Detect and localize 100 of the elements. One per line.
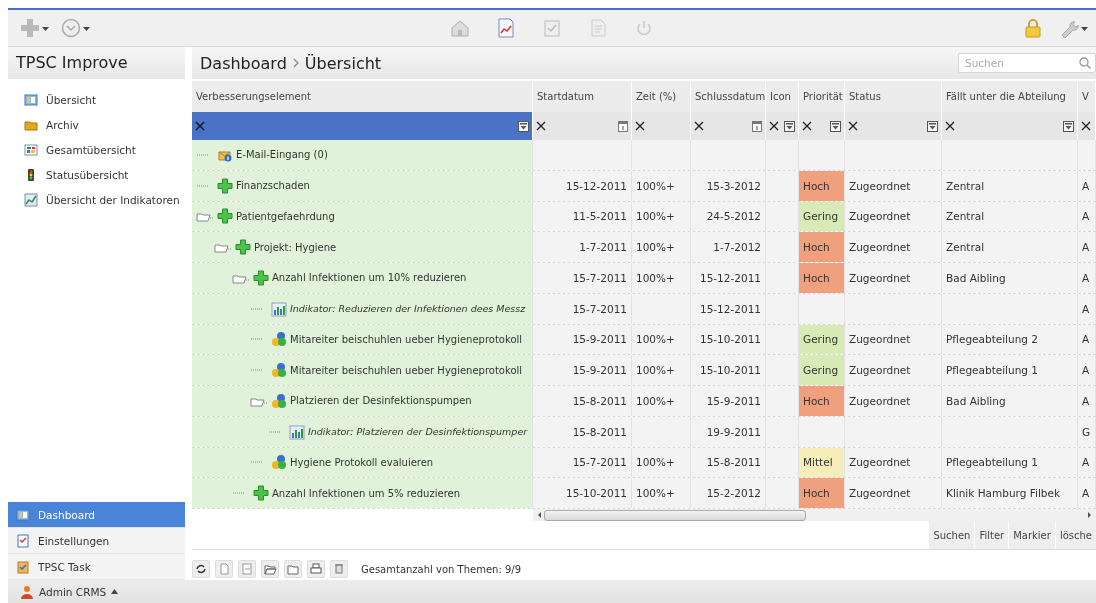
calendar-icon[interactable] — [618, 120, 628, 132]
scroll-left-icon[interactable] — [537, 511, 542, 519]
search-icon[interactable] — [1079, 57, 1091, 69]
user-icon — [20, 584, 34, 599]
column-header[interactable]: Fällt unter die Abteilung — [942, 81, 1078, 112]
column-header[interactable]: Status — [845, 81, 942, 112]
chart-icon[interactable] — [496, 18, 516, 38]
clear-icon[interactable] — [1081, 121, 1091, 131]
user-menu[interactable]: Admin CRMS — [20, 584, 119, 599]
tree-cell[interactable]: E-Mail-Eingang (0) — [192, 140, 533, 170]
caret-icon — [83, 24, 90, 32]
grid-button[interactable]: lösche — [1054, 521, 1096, 549]
dropdown-icon[interactable] — [784, 120, 795, 132]
printer-icon[interactable] — [309, 562, 323, 576]
grid-button[interactable]: Suchen — [928, 521, 975, 549]
sidebar-item[interactable]: Gesamtübersicht — [46, 143, 136, 156]
search-field[interactable]: Suchen — [958, 53, 1096, 73]
filter-cell[interactable] — [845, 112, 942, 140]
clear-icon[interactable] — [769, 121, 779, 131]
clear-icon[interactable] — [694, 121, 704, 131]
breadcrumb-item[interactable]: Dashboard — [200, 53, 287, 73]
filter-cell[interactable] — [632, 112, 691, 140]
filter-cell[interactable] — [942, 112, 1078, 140]
table-cell: 100%+ — [632, 386, 691, 416]
horizontal-scrollbar[interactable] — [533, 509, 1096, 521]
tree-cell[interactable]: Indikator: Platzieren der Desinfektionspumper — [192, 416, 533, 447]
column-header[interactable]: Zeit (%) — [632, 81, 691, 112]
trash-icon[interactable] — [332, 562, 346, 576]
filter-cell[interactable] — [799, 112, 845, 140]
scroll-thumb[interactable] — [544, 509, 806, 521]
filter-cell[interactable] — [766, 112, 799, 140]
scroll-right-icon[interactable] — [1087, 511, 1092, 519]
clear-icon[interactable] — [635, 121, 645, 131]
tree-cell[interactable]: Finanzschaden — [192, 170, 533, 201]
tree-cell[interactable]: Mitareiter beischuhlen ueber Hygieneprotokoll — [192, 355, 533, 385]
grid-button[interactable]: Filter — [974, 521, 1009, 549]
filter-cell[interactable] — [691, 112, 766, 140]
caret-icon — [42, 24, 49, 32]
table-cell: 11-5-2011 — [533, 201, 632, 232]
table-cell: 15-12-2011 — [691, 263, 766, 293]
priority-label: Hoch — [799, 386, 844, 416]
dropdown-icon[interactable] — [1063, 120, 1074, 132]
toolbar-button[interactable] — [1059, 18, 1088, 38]
filter-cell[interactable] — [1078, 112, 1096, 140]
clear-icon[interactable] — [536, 121, 546, 131]
folder-icon[interactable] — [214, 241, 232, 254]
chevron-icon — [292, 58, 299, 68]
clipboard-icon[interactable] — [542, 18, 562, 38]
tree-cell[interactable]: Hygiene Protokoll evaluieren — [192, 447, 533, 478]
tree-cell[interactable]: Projekt: Hygiene — [192, 232, 533, 262]
tree-cell[interactable]: Platzieren der Desinfektionspumpen — [192, 386, 533, 416]
bar-chart-icon — [271, 300, 287, 317]
nav-item[interactable]: TPSC Task — [8, 554, 185, 580]
column-header[interactable]: Priorität — [799, 81, 845, 112]
tree-cell[interactable]: Patientgefaehrdung — [192, 201, 533, 232]
column-header[interactable]: V — [1078, 81, 1096, 112]
table-cell: 15-10-2011 — [691, 355, 766, 385]
folder-icon[interactable] — [263, 562, 277, 576]
tree-cell[interactable]: Anzahl Infektionen um 10% reduzieren — [192, 263, 533, 293]
table-cell: Pflegeabteilung 1 — [942, 447, 1078, 478]
clear-icon[interactable] — [802, 121, 812, 131]
dropdown-icon[interactable] — [518, 120, 529, 132]
table-cell: 24-5-2012 — [691, 201, 766, 232]
wrench-icon — [1059, 18, 1079, 38]
dropdown-icon[interactable] — [830, 120, 841, 132]
filter-cell[interactable] — [192, 112, 533, 140]
tree-cell[interactable]: Indikator: Reduzieren der Infektionen dees Messz — [192, 293, 533, 324]
table-cell: 100%+ — [632, 263, 691, 293]
table-cell: 15-10-2011 — [691, 324, 766, 355]
table-cell: A — [1078, 232, 1096, 262]
clear-icon[interactable] — [945, 121, 955, 131]
nav-item[interactable]: Dashboard — [8, 502, 185, 528]
sidebar-item[interactable]: Archiv — [46, 118, 79, 131]
refresh-icon[interactable] — [194, 562, 208, 576]
priority-label: Gering — [799, 324, 844, 355]
table-cell: Zugeordnet — [845, 263, 942, 293]
table-cell: Pflegeabteilung 2 — [942, 324, 1078, 355]
toolbar-button[interactable] — [20, 18, 49, 38]
column-header[interactable]: Verbesserungselement — [192, 81, 533, 112]
sidebar-item[interactable]: Statusübersicht — [46, 168, 129, 181]
column-header[interactable]: Schlussdatum — [691, 81, 766, 112]
dropdown-icon[interactable] — [927, 120, 938, 132]
grid-button[interactable]: Markier — [1008, 521, 1055, 549]
sidebar-item[interactable]: Übersicht der Indikatoren — [46, 193, 180, 206]
table-cell: 15-12-2011 — [533, 170, 632, 201]
calendar-icon[interactable] — [752, 120, 762, 132]
tree-cell[interactable]: Mitareiter beischuhlen ueber Hygieneprotokoll — [192, 324, 533, 355]
sidebar-item[interactable]: Übersicht — [46, 93, 97, 106]
toolbar-button[interactable] — [61, 18, 90, 38]
people-icon — [271, 362, 287, 379]
plus-icon — [217, 177, 233, 194]
column-header[interactable]: Startdatum — [533, 81, 632, 112]
folder-icon[interactable] — [286, 562, 300, 576]
tree-cell[interactable]: Anzahl Infektionen um 5% reduzieren — [192, 478, 533, 508]
nav-item[interactable]: Einstellungen — [8, 528, 185, 554]
filter-cell[interactable] — [533, 112, 632, 140]
table-cell: 100%+ — [632, 170, 691, 201]
folder-icon[interactable] — [196, 210, 214, 223]
column-header[interactable]: Icon — [766, 81, 799, 112]
clear-icon[interactable] — [848, 121, 858, 131]
